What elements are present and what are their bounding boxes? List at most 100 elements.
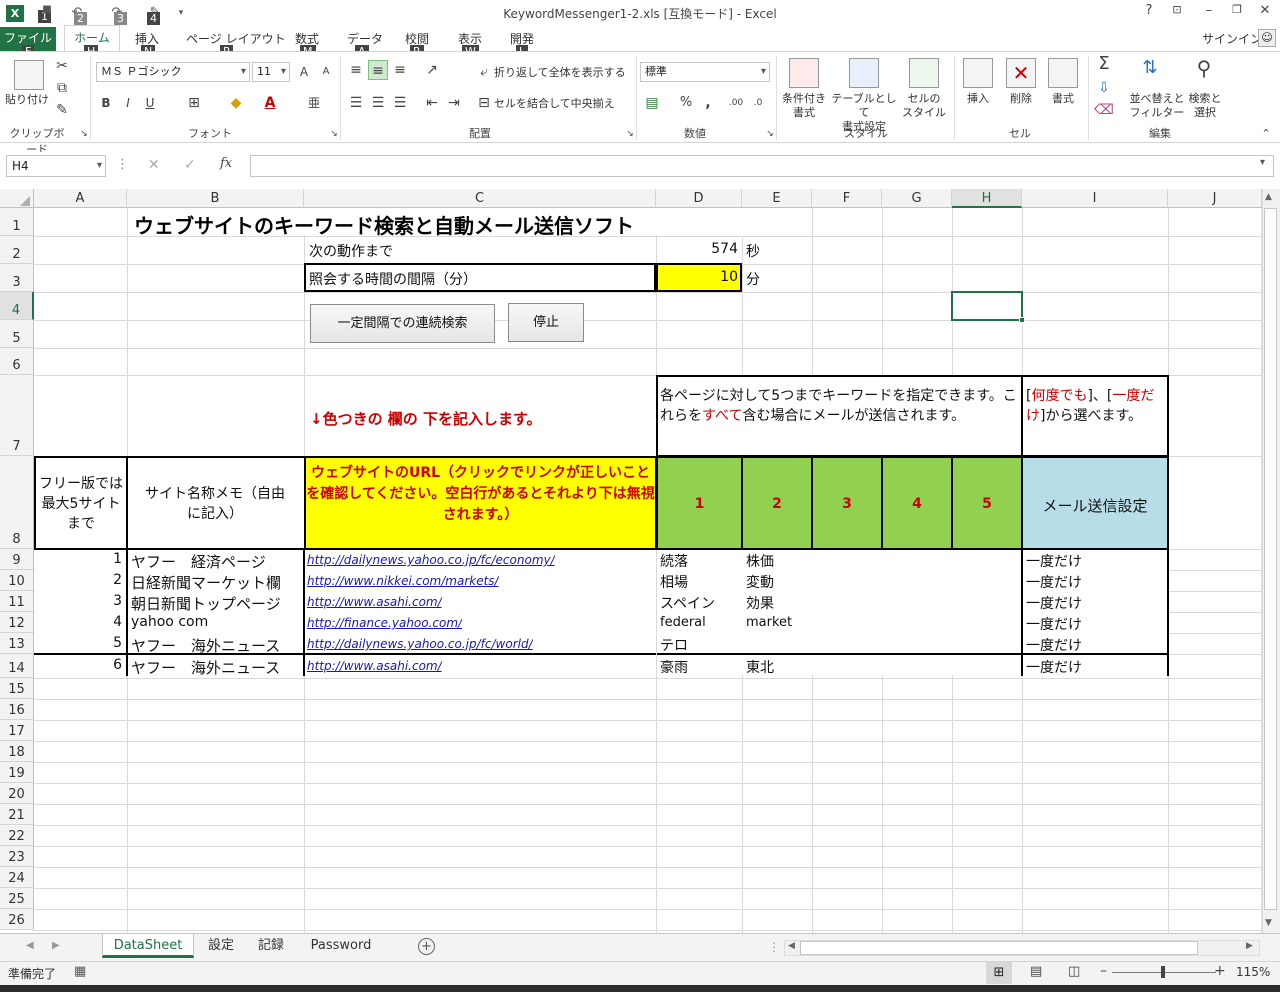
row-header[interactable]: 3 — [0, 264, 34, 292]
record-kw2[interactable]: 効果 — [746, 593, 774, 613]
hdr-site[interactable]: サイト名称メモ（自由に記入） — [140, 484, 290, 524]
note-arrow[interactable]: ↓色つきの 欄の 下を記入します。 — [310, 408, 542, 429]
record-no[interactable]: 2 — [40, 572, 122, 588]
restore-button[interactable]: ❐ — [1226, 3, 1248, 16]
next-action-value[interactable]: 574 — [660, 241, 738, 257]
italic-button[interactable]: I — [118, 93, 138, 113]
decimal-increase-icon[interactable]: .00 — [726, 93, 746, 113]
user-avatar[interactable]: ☺ — [1258, 29, 1276, 47]
sort-filter-icon[interactable]: ⇅ — [1140, 58, 1160, 78]
orientation-icon[interactable]: ↗ — [422, 60, 442, 80]
record-no[interactable]: 6 — [40, 657, 122, 673]
record-kw1[interactable]: 続落 — [660, 551, 688, 571]
row-header[interactable]: 2 — [0, 236, 34, 264]
active-cell-h4[interactable] — [951, 291, 1023, 321]
page-break-view-icon[interactable]: ◫ — [1068, 964, 1080, 979]
sheet-tab-log[interactable]: 記録 — [250, 934, 292, 958]
record-kw2[interactable]: 東北 — [746, 657, 774, 677]
row-header[interactable]: 14 — [0, 654, 34, 678]
scroll-up-icon[interactable]: ▲ — [1265, 192, 1272, 202]
record-kw1[interactable]: federal — [660, 615, 706, 630]
column-header-j[interactable]: J — [1168, 189, 1262, 208]
font-grow-icon[interactable]: A — [294, 62, 314, 82]
sheet-tab-password[interactable]: Password — [302, 934, 380, 958]
row-header[interactable]: 18 — [0, 741, 34, 762]
record-kw2[interactable]: 変動 — [746, 572, 774, 592]
tab-split-icon[interactable]: ⋮ — [768, 940, 780, 954]
phonetic-icon[interactable]: 亜 — [304, 93, 324, 113]
column-header-b[interactable]: B — [127, 189, 304, 208]
record-url[interactable]: http://www.asahi.com/ — [307, 595, 442, 609]
row-header[interactable]: 19 — [0, 762, 34, 783]
scroll-down-icon[interactable]: ▼ — [1265, 918, 1272, 928]
page-layout-view-icon[interactable]: ▤ — [1030, 964, 1042, 979]
hdr-free[interactable]: フリー版では最大5サイトまで — [38, 474, 124, 534]
cancel-icon[interactable]: ✕ — [148, 157, 160, 173]
wrap-text-icon[interactable]: ⤶ — [474, 62, 494, 82]
row-header[interactable]: 20 — [0, 783, 34, 804]
find-select-button[interactable]: 検索と 選択 — [1184, 92, 1226, 120]
record-kw1[interactable]: 豪雨 — [660, 657, 688, 677]
hdr-kw3[interactable]: 3 — [811, 496, 883, 512]
record-url[interactable]: http://www.asahi.com/ — [307, 659, 442, 673]
horizontal-scroll-thumb[interactable] — [800, 941, 1198, 955]
record-no[interactable]: 1 — [40, 551, 122, 567]
sheet-tab-settings[interactable]: 設定 — [200, 934, 242, 958]
delete-cells-button[interactable]: 削除 — [1001, 92, 1041, 106]
normal-view-icon[interactable]: ⊞ — [986, 962, 1012, 984]
row-header[interactable]: 11 — [0, 591, 34, 612]
insert-cells-icon[interactable] — [963, 58, 993, 88]
record-site[interactable]: ヤフー 経済ページ — [131, 551, 303, 572]
column-header-c[interactable]: C — [304, 189, 656, 208]
hdr-mail[interactable]: メール送信設定 — [1021, 495, 1169, 516]
record-no[interactable]: 5 — [40, 635, 122, 651]
enter-icon[interactable]: ✓ — [184, 157, 196, 173]
record-mail[interactable]: 一度だけ — [1026, 593, 1082, 613]
cell-styles-icon[interactable] — [909, 58, 939, 88]
merge-center-button[interactable]: セルを結合して中央揃え — [494, 97, 615, 111]
font-launcher-icon[interactable]: ↘ — [324, 124, 344, 144]
qat-menu-icon[interactable]: ▾ — [172, 5, 190, 21]
minimize-button[interactable]: – — [1198, 3, 1220, 18]
row-header[interactable]: 12 — [0, 612, 34, 633]
conditional-format-icon[interactable] — [789, 58, 819, 88]
currency-icon[interactable]: ▤ — [642, 93, 662, 113]
continuous-search-button[interactable]: 一定間隔での連続検索 — [310, 304, 495, 343]
align-bottom-icon[interactable]: ≡ — [390, 60, 410, 80]
hdr-kw4[interactable]: 4 — [881, 496, 953, 512]
interval-value[interactable]: 10 — [660, 269, 738, 285]
collapse-ribbon-icon[interactable]: ⌃ — [1256, 124, 1276, 144]
percent-button[interactable]: % — [676, 93, 696, 113]
sheet-tab-datasheet[interactable]: DataSheet — [102, 934, 194, 958]
tab-scroll-left-icon[interactable]: ◀ — [26, 940, 34, 951]
align-center-icon[interactable]: ☰ — [368, 93, 388, 113]
column-header-d[interactable]: D — [656, 189, 742, 208]
record-mail[interactable]: 一度だけ — [1026, 614, 1082, 634]
merge-center-icon[interactable]: ⊟ — [474, 93, 494, 113]
row-header[interactable]: 5 — [0, 320, 34, 348]
row-header[interactable]: 24 — [0, 867, 34, 888]
format-cells-icon[interactable] — [1048, 58, 1078, 88]
hdr-kw1[interactable]: 1 — [656, 496, 743, 512]
fill-color-icon[interactable]: ◆ — [226, 93, 246, 113]
record-site[interactable]: ヤフー 海外ニュース — [131, 635, 303, 656]
insert-cells-button[interactable]: 挿入 — [958, 92, 998, 106]
row-header[interactable]: 10 — [0, 570, 34, 591]
format-painter-icon[interactable]: ✎ — [52, 100, 72, 120]
row-header[interactable]: 1 — [0, 208, 34, 236]
column-header-f[interactable]: F — [812, 189, 882, 208]
font-color-icon[interactable]: A — [260, 93, 280, 113]
interval-label[interactable]: 照会する時間の間隔（分） — [309, 269, 477, 289]
decimal-decrease-icon[interactable]: .0 — [748, 93, 768, 113]
align-left-icon[interactable]: ☰ — [346, 93, 366, 113]
formula-input[interactable] — [250, 155, 1274, 177]
row-header[interactable]: 25 — [0, 888, 34, 909]
tab-page-layout[interactable]: ページ レイアウト — [186, 30, 286, 47]
row-header[interactable]: 17 — [0, 720, 34, 741]
new-sheet-button[interactable]: + — [418, 938, 435, 955]
font-shrink-icon[interactable]: A — [316, 62, 336, 82]
record-mail[interactable]: 一度だけ — [1026, 551, 1082, 571]
record-site[interactable]: 朝日新聞トップページ — [131, 593, 303, 614]
record-no[interactable]: 4 — [40, 614, 122, 630]
copy-icon[interactable]: ⧉ — [52, 78, 72, 98]
